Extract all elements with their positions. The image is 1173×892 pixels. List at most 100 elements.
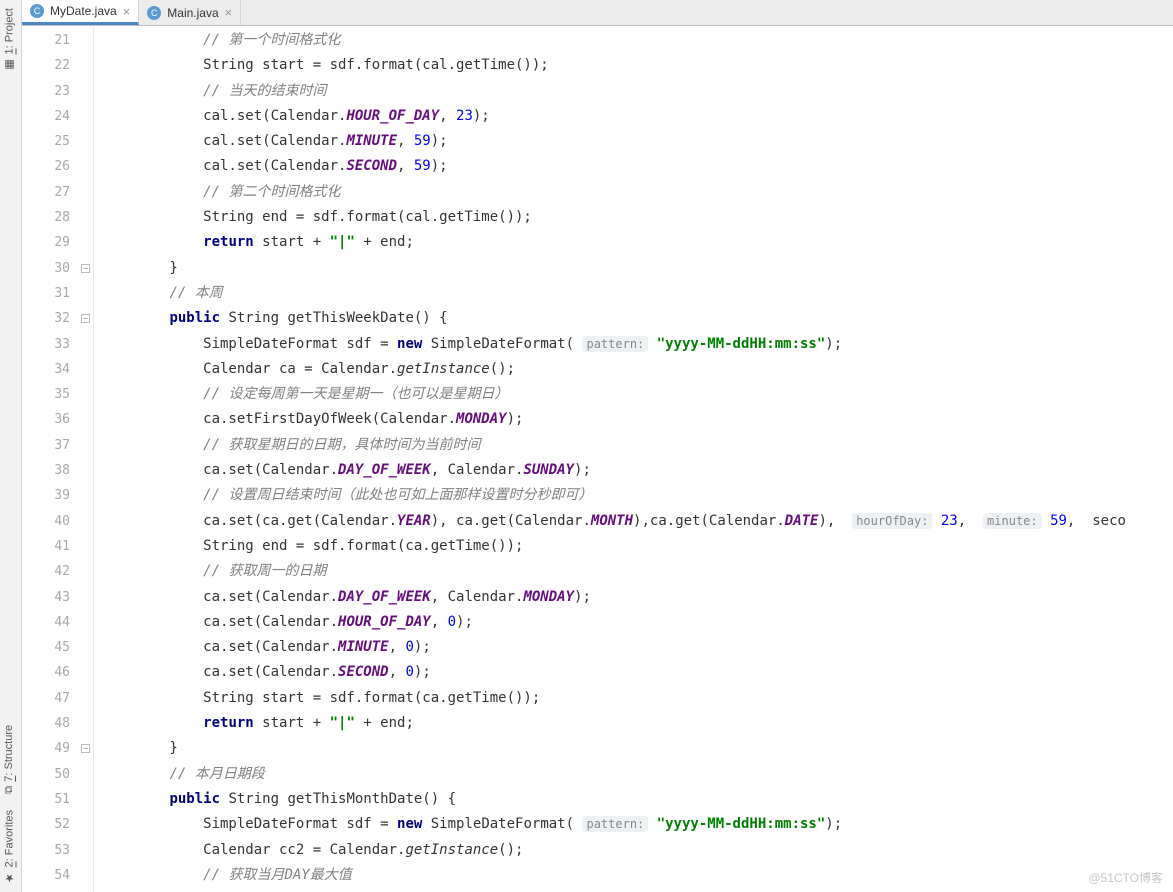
code-line[interactable]: // 获取周一的日期 bbox=[102, 559, 1173, 584]
tool-window-bar: ▦ 1: Project ⧉ 7: Structure ★ 2: Favorit… bbox=[0, 0, 22, 892]
fold-cell bbox=[80, 79, 93, 104]
fold-cell bbox=[80, 230, 93, 255]
line-number[interactable]: 40 bbox=[22, 509, 80, 534]
code-line[interactable]: // 当天的结束时间 bbox=[102, 79, 1173, 104]
code-line[interactable]: return start + "|" + end; bbox=[102, 711, 1173, 736]
structure-icon: ⧉ bbox=[3, 786, 15, 794]
code-line[interactable]: // 本周 bbox=[102, 281, 1173, 306]
line-number[interactable]: 34 bbox=[22, 357, 80, 382]
code-line[interactable]: cal.set(Calendar.SECOND, 59); bbox=[102, 154, 1173, 179]
project-icon: ▦ bbox=[3, 58, 16, 71]
code-line[interactable]: SimpleDateFormat sdf = new SimpleDateFor… bbox=[102, 812, 1173, 837]
tool-button-project[interactable]: ▦ 1: Project bbox=[0, 0, 19, 79]
line-number[interactable]: 35 bbox=[22, 382, 80, 407]
code-line[interactable]: Calendar cc2 = Calendar.getInstance(); bbox=[102, 838, 1173, 863]
code-line[interactable]: public String getThisWeekDate() { bbox=[102, 306, 1173, 331]
line-number[interactable]: 29 bbox=[22, 230, 80, 255]
fold-cell bbox=[80, 28, 93, 53]
line-number[interactable]: 27 bbox=[22, 180, 80, 205]
line-number[interactable]: 26 bbox=[22, 154, 80, 179]
line-number[interactable]: 45 bbox=[22, 635, 80, 660]
line-number[interactable]: 25 bbox=[22, 129, 80, 154]
close-icon[interactable]: × bbox=[123, 4, 131, 19]
tool-window-top: ▦ 1: Project bbox=[0, 0, 21, 79]
code-line[interactable]: cal.set(Calendar.HOUR_OF_DAY, 23); bbox=[102, 104, 1173, 129]
line-number[interactable]: 52 bbox=[22, 812, 80, 837]
line-number[interactable]: 31 bbox=[22, 281, 80, 306]
fold-cell bbox=[80, 281, 93, 306]
line-number[interactable]: 48 bbox=[22, 711, 80, 736]
close-icon[interactable]: × bbox=[225, 5, 233, 20]
line-number[interactable]: 32 bbox=[22, 306, 80, 331]
fold-cell bbox=[80, 407, 93, 432]
line-number[interactable]: 51 bbox=[22, 787, 80, 812]
line-number[interactable]: 23 bbox=[22, 79, 80, 104]
line-number[interactable]: 53 bbox=[22, 838, 80, 863]
code-line[interactable]: ca.set(ca.get(Calendar.YEAR), ca.get(Cal… bbox=[102, 509, 1173, 534]
code-line[interactable]: // 获取星期日的日期，具体时间为当前时间 bbox=[102, 433, 1173, 458]
code-line[interactable]: String end = sdf.format(ca.getTime()); bbox=[102, 534, 1173, 559]
line-number[interactable]: 49 bbox=[22, 736, 80, 761]
fold-end-icon[interactable]: − bbox=[81, 264, 90, 273]
code-line[interactable]: return start + "|" + end; bbox=[102, 230, 1173, 255]
line-number[interactable]: 44 bbox=[22, 610, 80, 635]
fold-cell bbox=[80, 382, 93, 407]
tab-MyDate-java[interactable]: CMyDate.java× bbox=[22, 0, 139, 25]
code-line[interactable]: ca.setFirstDayOfWeek(Calendar.MONDAY); bbox=[102, 407, 1173, 432]
line-number[interactable]: 24 bbox=[22, 104, 80, 129]
tool-button-favorites[interactable]: ★ 2: Favorites bbox=[0, 802, 19, 892]
line-number[interactable]: 37 bbox=[22, 433, 80, 458]
code-line[interactable]: String start = sdf.format(cal.getTime())… bbox=[102, 53, 1173, 78]
fold-start-icon[interactable]: − bbox=[81, 314, 90, 323]
tab-Main-java[interactable]: CMain.java× bbox=[139, 0, 241, 25]
line-number[interactable]: 33 bbox=[22, 332, 80, 357]
fold-cell bbox=[80, 458, 93, 483]
fold-cell bbox=[80, 585, 93, 610]
line-number[interactable]: 46 bbox=[22, 660, 80, 685]
code-line[interactable]: // 设定每周第一天是星期一（也可以是星期日） bbox=[102, 382, 1173, 407]
tab-label: MyDate.java bbox=[50, 4, 117, 18]
fold-column: − − − bbox=[80, 26, 94, 892]
editor[interactable]: 2122232425262728293031323334353637383940… bbox=[22, 26, 1173, 892]
code-line[interactable]: } bbox=[102, 736, 1173, 761]
line-number[interactable]: 28 bbox=[22, 205, 80, 230]
code-line[interactable]: } bbox=[102, 256, 1173, 281]
line-number[interactable]: 54 bbox=[22, 863, 80, 888]
line-number[interactable]: 47 bbox=[22, 686, 80, 711]
line-number[interactable]: 41 bbox=[22, 534, 80, 559]
code-line[interactable]: // 第二个时间格式化 bbox=[102, 180, 1173, 205]
code-line[interactable]: ca.set(Calendar.DAY_OF_WEEK, Calendar.SU… bbox=[102, 458, 1173, 483]
code-line[interactable]: // 第一个时间格式化 bbox=[102, 28, 1173, 53]
code-line[interactable]: SimpleDateFormat sdf = new SimpleDateFor… bbox=[102, 332, 1173, 357]
main-area: CMyDate.java×CMain.java× 212223242526272… bbox=[22, 0, 1173, 892]
code-line[interactable]: // 获取当月DAY最大值 bbox=[102, 863, 1173, 888]
code-line[interactable]: ca.set(Calendar.HOUR_OF_DAY, 0); bbox=[102, 610, 1173, 635]
line-number[interactable]: 39 bbox=[22, 483, 80, 508]
line-number[interactable]: 38 bbox=[22, 458, 80, 483]
code-line[interactable]: ca.set(Calendar.DAY_OF_WEEK, Calendar.MO… bbox=[102, 585, 1173, 610]
code-line[interactable]: // 本月日期段 bbox=[102, 762, 1173, 787]
code-line[interactable]: String end = sdf.format(cal.getTime()); bbox=[102, 205, 1173, 230]
code-line[interactable]: // 设置周日结束时间（此处也可如上面那样设置时分秒即可） bbox=[102, 483, 1173, 508]
line-number[interactable]: 36 bbox=[22, 407, 80, 432]
code-line[interactable]: ca.set(Calendar.MINUTE, 0); bbox=[102, 635, 1173, 660]
line-number[interactable]: 43 bbox=[22, 585, 80, 610]
code-line[interactable]: cal.set(Calendar.MINUTE, 59); bbox=[102, 129, 1173, 154]
tool-button-structure[interactable]: ⧉ 7: Structure bbox=[0, 717, 18, 802]
fold-cell bbox=[80, 433, 93, 458]
fold-cell bbox=[80, 787, 93, 812]
fold-cell bbox=[80, 332, 93, 357]
line-number[interactable]: 50 bbox=[22, 762, 80, 787]
fold-cell bbox=[80, 534, 93, 559]
code-line[interactable]: public String getThisMonthDate() { bbox=[102, 787, 1173, 812]
line-number[interactable]: 22 bbox=[22, 53, 80, 78]
code-line[interactable]: ca.set(Calendar.SECOND, 0); bbox=[102, 660, 1173, 685]
code-line[interactable]: Calendar ca = Calendar.getInstance(); bbox=[102, 357, 1173, 382]
fold-end-icon[interactable]: − bbox=[81, 744, 90, 753]
code-line[interactable]: String start = sdf.format(ca.getTime()); bbox=[102, 686, 1173, 711]
line-number[interactable]: 21 bbox=[22, 28, 80, 53]
code-area[interactable]: // 第一个时间格式化 String start = sdf.format(ca… bbox=[94, 26, 1173, 892]
line-number[interactable]: 30 bbox=[22, 256, 80, 281]
fold-cell bbox=[80, 838, 93, 863]
line-number[interactable]: 42 bbox=[22, 559, 80, 584]
